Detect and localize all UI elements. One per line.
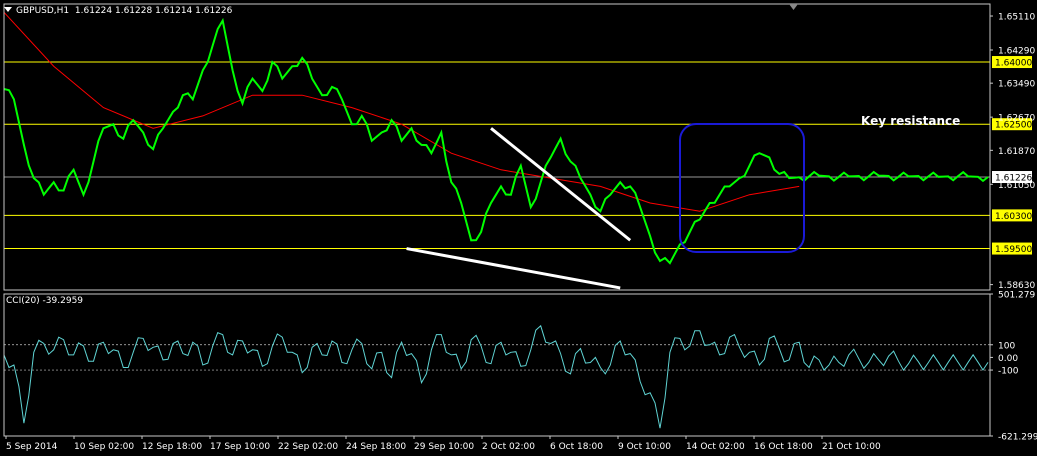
y-tick-label: 1.62670	[998, 114, 1035, 124]
x-tick-label: 12 Sep 18:00	[142, 442, 202, 452]
x-tick-label: 22 Sep 02:00	[278, 442, 338, 452]
cci-panel: 501.279 100 0.00 -100 -621.2994	[3, 291, 1037, 443]
cci-y-tick-label: -100	[998, 367, 1019, 377]
y-tick-label: 1.61870	[998, 147, 1035, 157]
x-tick-label: 24 Sep 18:00	[346, 442, 406, 452]
cci-line	[3, 324, 989, 429]
x-tick-label: 17 Sep 10:00	[210, 442, 270, 452]
x-tick-label: 6 Oct 18:00	[550, 442, 603, 452]
highlight-box	[679, 123, 805, 253]
cci-y-tick-label: 100	[998, 341, 1015, 351]
level-label: 1.59500	[995, 245, 1032, 255]
x-tick-label: 14 Oct 02:00	[686, 442, 745, 452]
trendline	[406, 247, 621, 290]
y-tick-label: 1.64290	[998, 47, 1035, 57]
level-label: 1.64000	[995, 59, 1032, 69]
current-price-label: 1.61226	[995, 174, 1032, 184]
x-tick-label: 9 Oct 10:00	[618, 442, 671, 452]
cci-y-tick-label: 0.00	[998, 354, 1018, 364]
chart-shift-marker-icon	[789, 4, 798, 10]
chart-frame: 5 Sep 2014 10 Sep 02:00 12 Sep 18:00 17 Sep…	[3, 3, 991, 452]
x-tick-label: 29 Sep 10:00	[414, 442, 474, 452]
price-line	[3, 17, 989, 265]
level-label: 1.60300	[995, 212, 1032, 222]
x-tick-label: 16 Oct 18:00	[754, 442, 813, 452]
cci-header: CCI(20) -39.2959	[6, 296, 84, 306]
trendline	[490, 127, 632, 242]
chart-canvas[interactable]: 1.640001.625001.603001.595001.651101.642…	[0, 0, 1037, 456]
y-tick-label: 1.63490	[998, 80, 1035, 90]
cci-y-tick-label: -621.2994	[998, 433, 1037, 443]
key-resistance-annotation: Key resistance	[861, 114, 961, 128]
cci-y-tick-label: 501.279	[998, 291, 1035, 301]
price-panel: 1.640001.625001.603001.595001.651101.642…	[3, 11, 1035, 291]
x-tick-label: 5 Sep 2014	[6, 442, 58, 452]
x-tick-label: 21 Oct 10:00	[822, 442, 881, 452]
x-tick-label: 10 Sep 02:00	[74, 442, 134, 452]
x-tick-label: 2 Oct 02:00	[482, 442, 535, 452]
y-tick-label: 1.65110	[998, 13, 1035, 23]
